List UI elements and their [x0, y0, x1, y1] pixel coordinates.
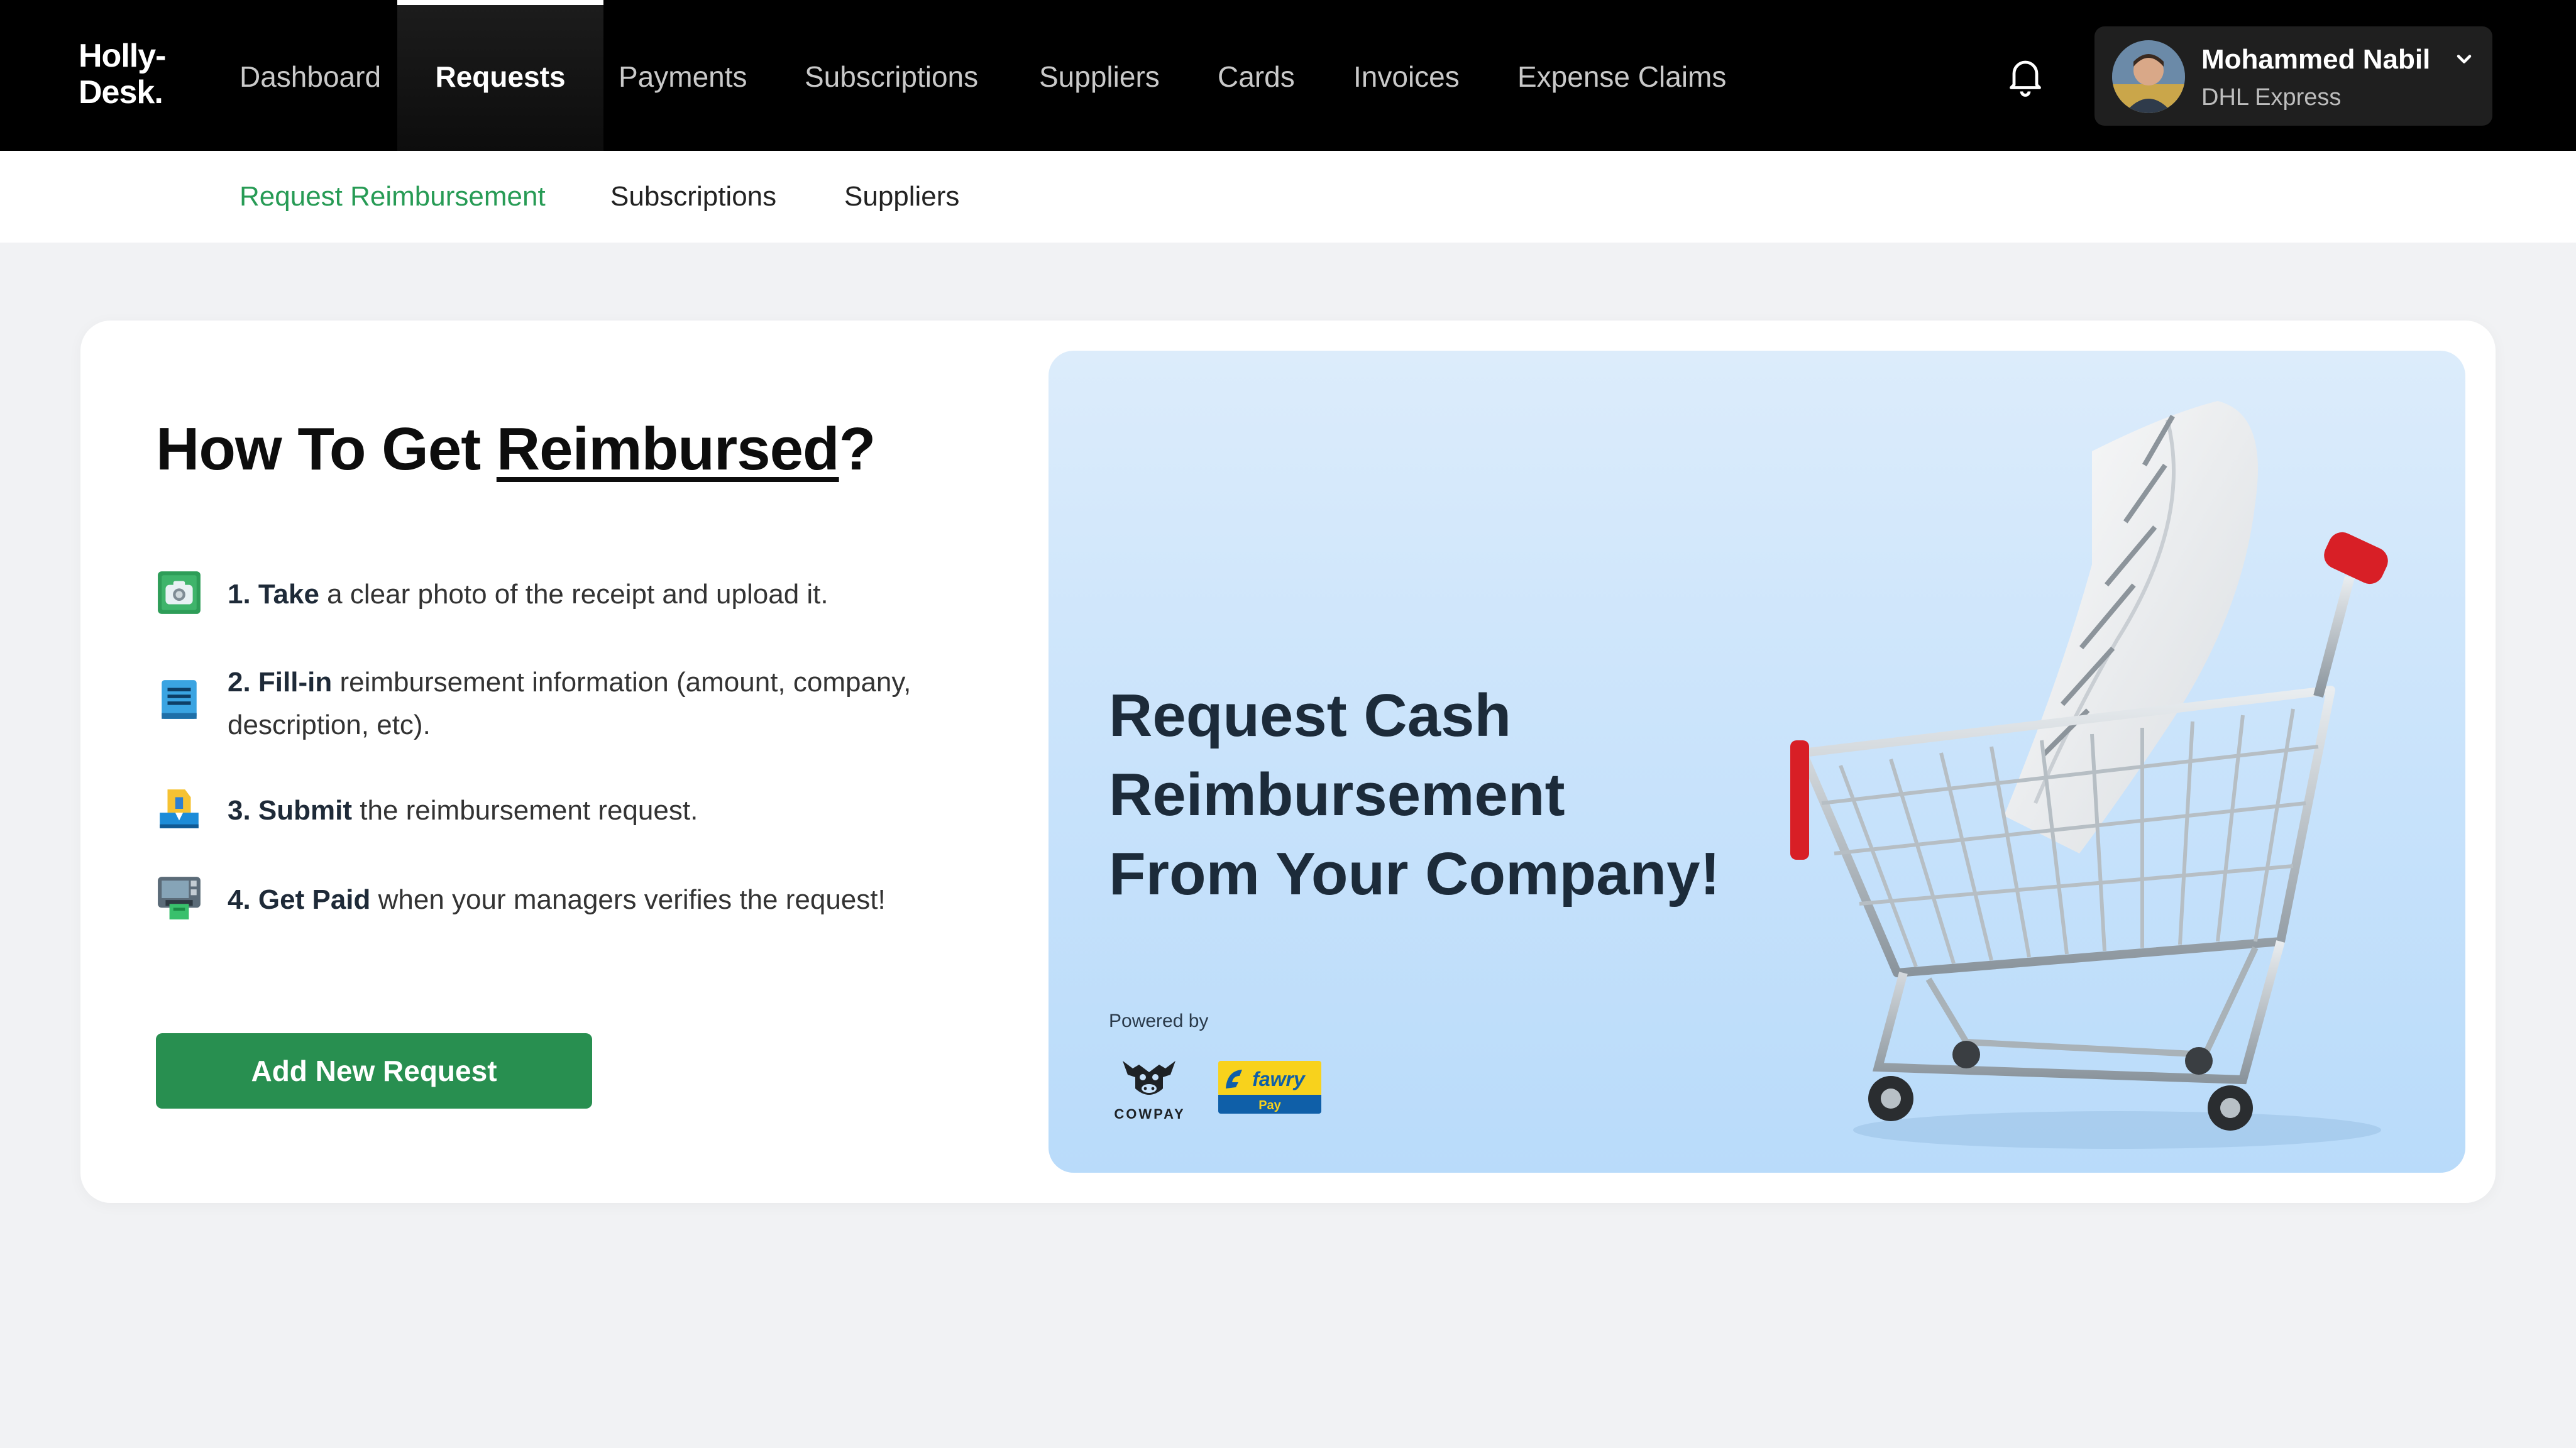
- fawry-pay-wordmark: Pay: [1258, 1099, 1281, 1112]
- nav-item-requests[interactable]: Requests: [397, 0, 603, 151]
- submit-icon: [160, 789, 199, 828]
- reimbursement-card: How To Get Reimbursed? 1. Take a clear p…: [80, 321, 2496, 1203]
- user-name: Mohammed Nabil: [2201, 44, 2431, 75]
- title-prefix: How To Get: [156, 415, 497, 483]
- step-2-bold: 2. Fill-in: [228, 667, 333, 698]
- shopping-cart-receipt-illustration: [1790, 401, 2388, 1149]
- user-menu[interactable]: Mohammed Nabil DHL Express: [2094, 26, 2492, 126]
- step-4-text: 4. Get Paid when your managers verifies …: [228, 879, 982, 921]
- powered-by-label: Powered by: [1109, 1011, 1209, 1031]
- step-2-text: 2. Fill-in reimbursement information (am…: [228, 661, 982, 747]
- document-icon: [162, 680, 197, 719]
- logo-line-1: Holly-: [79, 38, 166, 74]
- step-4-rest: when your managers verifies the request!: [370, 884, 886, 915]
- step-4-bold: 4. Get Paid: [228, 884, 371, 915]
- page-title: How To Get Reimbursed?: [156, 415, 876, 484]
- nav-item-subscriptions[interactable]: Subscriptions: [805, 0, 978, 151]
- title-emphasis: Reimbursed: [496, 415, 840, 483]
- logo-line-2: Desk.: [79, 74, 163, 111]
- cowpay-wordmark: COWPAY: [1114, 1106, 1185, 1122]
- fawry-wordmark: fawry: [1252, 1068, 1306, 1090]
- promo-title: Request Cash Reimbursement From Your Com…: [1109, 682, 1720, 908]
- title-suffix: ?: [839, 415, 876, 483]
- step-3-bold: 3. Submit: [228, 795, 353, 826]
- bell-icon[interactable]: [2003, 53, 2048, 98]
- sub-navigation-bar: Request Reimbursement Subscriptions Supp…: [0, 151, 2576, 243]
- step-3-text: 3. Submit the reimbursement request.: [228, 789, 982, 832]
- step-3-rest: the reimbursement request.: [352, 795, 698, 826]
- fawry-pay-logo: fawry Pay: [1218, 1061, 1321, 1114]
- subnav-item-subscriptions[interactable]: Subscriptions: [610, 151, 776, 243]
- add-new-request-button[interactable]: Add New Request: [156, 1033, 592, 1109]
- nav-item-payments[interactable]: Payments: [619, 0, 747, 151]
- top-navigation-bar: Holly- Desk. Dashboard Requests Payments…: [0, 0, 2576, 151]
- step-1-bold: 1. Take: [228, 579, 319, 610]
- user-company: DHL Express: [2201, 84, 2342, 111]
- nav-item-invoices[interactable]: Invoices: [1353, 0, 1460, 151]
- nav-item-cards[interactable]: Cards: [1218, 0, 1295, 151]
- nav-item-expense-claims[interactable]: Expense Claims: [1517, 0, 1726, 151]
- subnav-item-suppliers[interactable]: Suppliers: [844, 151, 959, 243]
- promo-banner: Request Cash Reimbursement From Your Com…: [1049, 351, 2465, 1173]
- cowpay-logo: COWPAY: [1114, 1061, 1185, 1122]
- avatar: [2112, 40, 2185, 113]
- nav-item-dashboard[interactable]: Dashboard: [239, 0, 381, 151]
- subnav-item-request-reimbursement[interactable]: Request Reimbursement: [239, 151, 546, 243]
- atm-cash-icon: [158, 877, 201, 919]
- app-logo[interactable]: Holly- Desk.: [79, 38, 166, 111]
- step-1-text: 1. Take a clear photo of the receipt and…: [228, 573, 982, 616]
- nav-item-suppliers[interactable]: Suppliers: [1039, 0, 1160, 151]
- camera-icon: [158, 571, 201, 614]
- chevron-down-icon: [2457, 55, 2472, 63]
- step-1-rest: a clear photo of the receipt and upload …: [319, 579, 828, 610]
